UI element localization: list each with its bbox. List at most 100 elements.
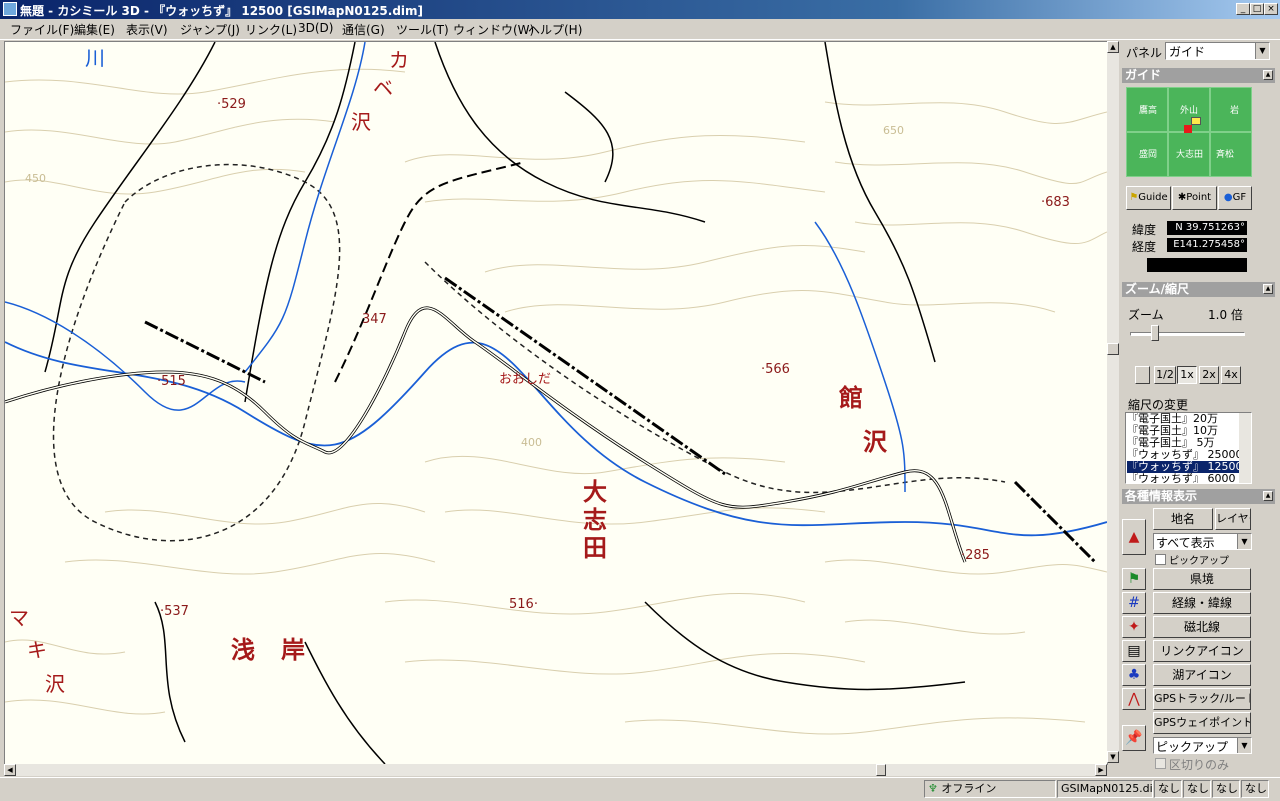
scroll-right-button[interactable]: ▶ <box>1095 764 1107 776</box>
minimap-cell-label: 鷹高 <box>1139 106 1158 116</box>
collapse-icon[interactable]: ▲ <box>1263 284 1273 294</box>
menu-comm[interactable]: 通信(G) <box>342 21 385 38</box>
map-label-ooshida: おおしだ <box>499 372 552 387</box>
map-horizontal-scrollbar[interactable]: ◀ ▶ <box>4 764 1107 776</box>
scroll-left-button[interactable]: ◀ <box>4 764 16 776</box>
prefecture-border-button[interactable]: 県境 <box>1153 568 1251 590</box>
collapse-icon[interactable]: ▲ <box>1263 491 1273 501</box>
flag-icon <box>1191 117 1201 125</box>
guide-section-header: ガイド ▲ <box>1122 68 1275 83</box>
menu-tools[interactable]: ツール(T) <box>396 21 449 38</box>
place-name-icon[interactable]: ▲ <box>1122 519 1146 555</box>
document-icon[interactable]: ▤ <box>1122 640 1146 662</box>
zoom-blank-button[interactable] <box>1135 366 1150 384</box>
magnetic-north-button[interactable]: 磁北線 <box>1153 616 1251 638</box>
chevron-down-icon[interactable]: ▼ <box>1255 43 1269 59</box>
layer-button[interactable]: レイヤー <box>1215 508 1251 530</box>
gps-track-route-button[interactable]: GPSトラック/ルート <box>1153 688 1251 710</box>
zoom-half-button[interactable]: 1/2 <box>1154 366 1176 384</box>
status-cell: なし <box>1183 780 1211 798</box>
map-view[interactable]: カ ベ 沢 館 沢 大 志 田 浅 岸 マ キ 沢 おおしだ 川 ·529 ·6… <box>4 41 1108 765</box>
minimap-cell-label: 斉松 <box>1216 150 1235 160</box>
grid-icon[interactable]: # <box>1122 592 1146 614</box>
show-select-value: すべて表示 <box>1156 536 1215 550</box>
map-label-sawa-3: 沢 <box>45 672 65 696</box>
panel-select[interactable]: ガイド ▼ <box>1165 42 1270 60</box>
map-label-ka: カ <box>389 48 409 72</box>
scale-list-items: 『電子国土』20万 『電子国土』10万 『電子国土』 5万 『ウォッちず』 25… <box>1127 413 1243 484</box>
menu-link[interactable]: リンク(L) <box>245 21 297 38</box>
panel-select-value: ガイド <box>1169 45 1206 59</box>
scroll-up-button[interactable]: ▲ <box>1107 41 1119 53</box>
gps-waypoint-button[interactable]: GPSウェイポイント <box>1153 712 1251 734</box>
dashed-road <box>334 161 526 383</box>
compass-icon[interactable]: ✦ <box>1122 616 1146 638</box>
scale-list-scrollbar[interactable] <box>1239 413 1251 483</box>
minimap-cell-label: 外山 <box>1180 106 1199 116</box>
guide-header-label: ガイド <box>1125 68 1162 82</box>
maximize-button[interactable]: □ <box>1250 3 1264 15</box>
longitude-value: E141.275458° <box>1167 238 1247 252</box>
tab-gf[interactable]: ●GF <box>1218 186 1252 210</box>
longitude-label: 経度 <box>1132 240 1157 254</box>
show-select[interactable]: すべて表示 ▼ <box>1153 533 1252 550</box>
minimap-cell-label: 岩 <box>1230 106 1240 116</box>
vertical-scroll-thumb[interactable] <box>1107 343 1119 355</box>
tab-guide[interactable]: ⚑Guide <box>1126 186 1171 210</box>
lake-icon-button[interactable]: 湖アイコン <box>1153 664 1251 686</box>
elevation-516: 516· <box>509 597 538 612</box>
main-road-outline <box>5 306 967 563</box>
kugiri-checkbox[interactable] <box>1155 758 1166 769</box>
status-cell: なし <box>1241 780 1269 798</box>
place-name-button[interactable]: 地名 <box>1153 508 1213 530</box>
prefecture-border-icon[interactable]: ⚑ <box>1122 568 1146 590</box>
zoom-2x-button[interactable]: 2x <box>1199 366 1219 384</box>
chevron-down-icon[interactable]: ▼ <box>1237 738 1251 753</box>
close-button[interactable]: × <box>1264 3 1278 15</box>
antenna-icon: ♆ <box>928 782 938 795</box>
app-icon[interactable] <box>3 2 17 16</box>
pin-icon[interactable]: 📌 <box>1122 725 1146 751</box>
menu-help[interactable]: ヘルプ(H) <box>528 21 582 38</box>
menu-3d[interactable]: 3D(D) <box>298 21 333 35</box>
menu-window[interactable]: ウィンドウ(W) <box>453 21 534 38</box>
menu-jump[interactable]: ジャンプ(J) <box>180 21 240 38</box>
lake-icon[interactable]: ♣ <box>1122 664 1146 686</box>
scroll-down-button[interactable]: ▼ <box>1107 751 1119 763</box>
elevation-683: ·683 <box>1041 195 1070 210</box>
zoom-value: 1.0 倍 <box>1208 308 1243 322</box>
gps-track-icon[interactable]: ⋀ <box>1122 688 1146 710</box>
zoom-header-label: ズーム/縮尺 <box>1125 282 1190 296</box>
collapse-icon[interactable]: ▲ <box>1263 70 1273 80</box>
elevation-285: ·285 <box>961 548 990 563</box>
pickup-checkbox[interactable] <box>1155 554 1166 565</box>
lat-lon-lines-button[interactable]: 経線・緯線 <box>1153 592 1251 614</box>
tab-point[interactable]: ✱Point <box>1172 186 1217 210</box>
map-label-be: ベ <box>373 76 393 100</box>
menu-file[interactable]: ファイル(F) <box>10 21 74 38</box>
minimap-cell-label: 大志田 <box>1176 150 1204 160</box>
scale-option[interactable]: 『ウォッちず』 6000 <box>1127 473 1239 484</box>
scale-list[interactable]: 『電子国土』20万 『電子国土』10万 『電子国土』 5万 『ウォッちず』 25… <box>1125 412 1252 484</box>
latitude-value: N 39.751263° <box>1167 221 1247 235</box>
zoom-1x-button[interactable]: 1x <box>1177 366 1197 384</box>
zoom-slider-thumb[interactable] <box>1151 325 1159 341</box>
menu-view[interactable]: 表示(V) <box>126 21 168 38</box>
zoom-slider-track[interactable] <box>1130 332 1245 336</box>
elevation-537: ·537 <box>160 604 189 619</box>
zoom-4x-button[interactable]: 4x <box>1221 366 1241 384</box>
pickup-select[interactable]: ピックアップ ▼ <box>1153 737 1252 754</box>
link-icon-button[interactable]: リンクアイコン <box>1153 640 1251 662</box>
railway-east <box>1013 480 1097 564</box>
elevation-566: ·566 <box>761 362 790 377</box>
horizontal-scroll-thumb[interactable] <box>876 764 886 776</box>
guide-minimap[interactable]: 鷹高 外山 岩 盛岡 大志田 斉松 <box>1126 87 1252 177</box>
river-branch-north <box>244 42 366 373</box>
minimize-button[interactable]: _ <box>1236 3 1250 15</box>
connection-status: ♆ オフライン <box>924 780 1056 798</box>
chevron-down-icon[interactable]: ▼ <box>1237 534 1251 549</box>
scale-change-label: 縮尺の変更 <box>1128 398 1189 412</box>
map-label-da: 田 <box>583 533 607 562</box>
menu-edit[interactable]: 編集(E) <box>74 21 115 38</box>
map-vertical-scrollbar[interactable]: ▲ ▼ <box>1107 41 1119 763</box>
